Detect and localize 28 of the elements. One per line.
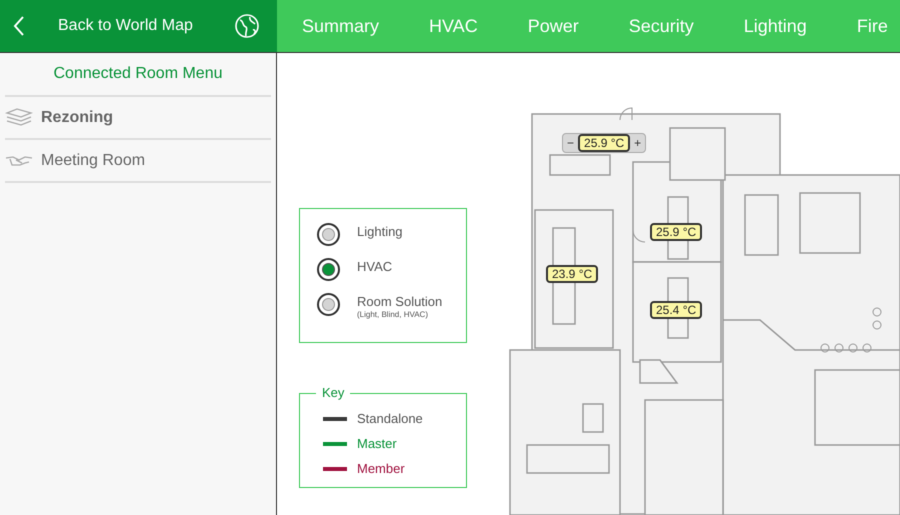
increase-button[interactable]: + [630, 136, 646, 150]
radio-button[interactable] [317, 223, 340, 246]
temperature-reading: 25.9 °C [650, 223, 702, 241]
radio-button[interactable] [317, 293, 340, 316]
key-title: Key [316, 385, 350, 401]
legend-label: Member [357, 460, 405, 477]
temperature-reading: 23.9 °C [546, 265, 598, 283]
option-label: Room Solution [357, 294, 442, 310]
back-chevron-icon [12, 15, 26, 37]
menu-item[interactable]: Meeting Room [5, 140, 271, 183]
mode-option[interactable]: Room Solution (Light, Blind, HVAC) [317, 293, 466, 320]
globe-icon [233, 12, 261, 40]
legend-label: Standalone [357, 410, 423, 427]
menu-item[interactable]: Rezoning [5, 97, 271, 140]
legend-label: Master [357, 435, 397, 452]
temperature-reading: 25.9 °C [578, 134, 630, 152]
handshake-icon [5, 154, 33, 168]
temperature-reading: 25.4 °C [650, 301, 702, 319]
layers-icon [5, 106, 33, 128]
menu-title: Connected Room Menu [5, 53, 271, 97]
mode-option[interactable]: HVAC [317, 258, 466, 281]
option-label: Lighting [357, 224, 403, 240]
radio-button[interactable] [317, 258, 340, 281]
mode-option[interactable]: Lighting [317, 223, 466, 246]
option-label: HVAC [357, 259, 392, 275]
decrease-button[interactable]: − [563, 136, 578, 150]
option-note: (Light, Blind, HVAC) [357, 310, 429, 320]
back-button[interactable]: Back to World Map [0, 0, 277, 52]
